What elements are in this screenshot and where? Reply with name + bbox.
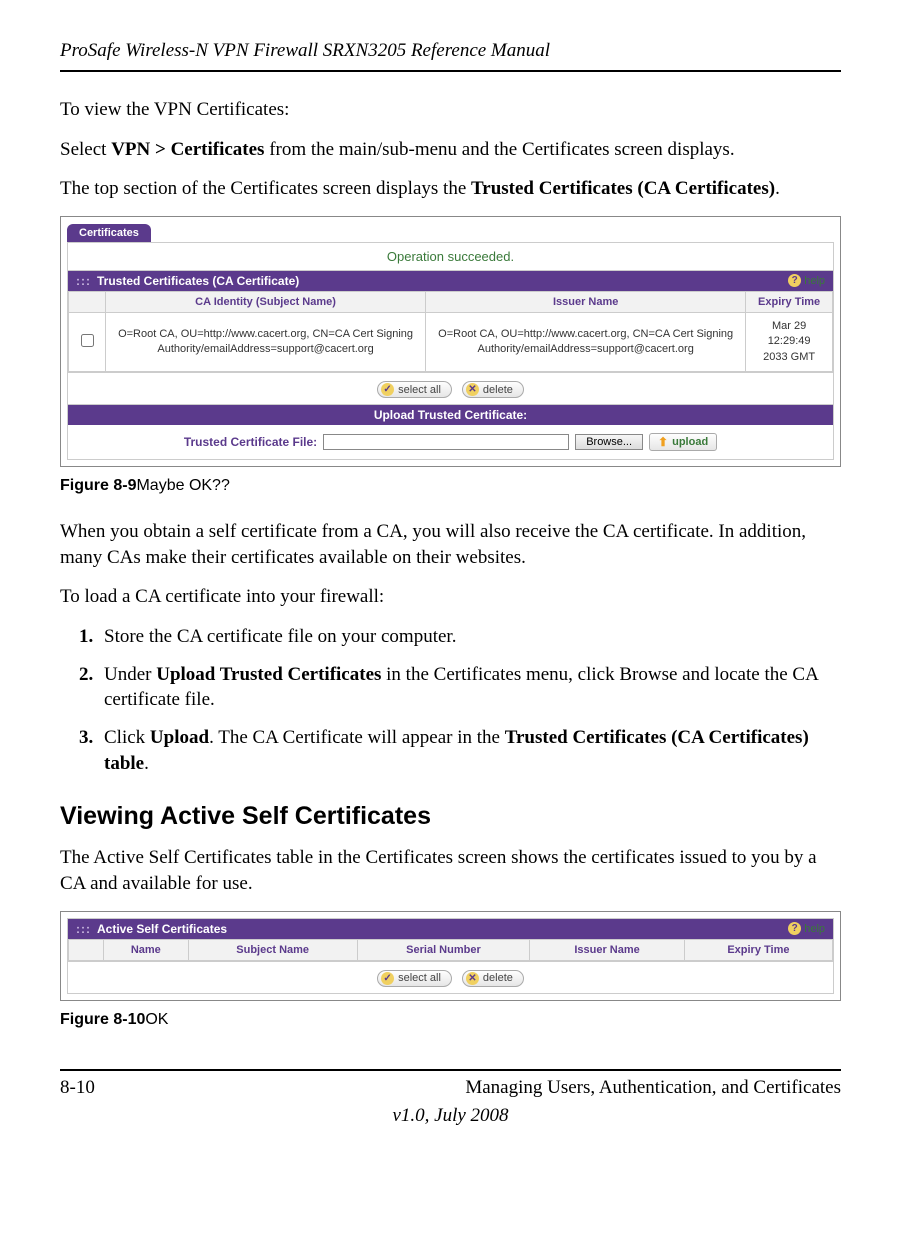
figure-8-9-number: Figure 8-9 bbox=[60, 477, 136, 494]
help-link[interactable]: ? help bbox=[788, 922, 825, 935]
active-self-cert-title: Active Self Certificates bbox=[97, 922, 227, 936]
col-issuer: Issuer Name bbox=[426, 291, 746, 312]
delete-icon: ✕ bbox=[466, 972, 479, 985]
upload-arrow-icon: ⬆ bbox=[658, 435, 668, 449]
help-label: help bbox=[804, 275, 825, 287]
trusted-cert-title: Trusted Certificates (CA Certificate) bbox=[97, 274, 299, 288]
intro-p2-c: from the main/sub-menu and the Certifica… bbox=[264, 139, 734, 160]
col-serial: Serial Number bbox=[357, 939, 530, 960]
header-rule bbox=[60, 70, 841, 72]
browse-button[interactable]: Browse... bbox=[575, 434, 643, 450]
after-h2-p: The Active Self Certificates table in th… bbox=[60, 845, 841, 896]
certificates-tab[interactable]: Certificates bbox=[67, 224, 151, 242]
chapter-title: Managing Users, Authentication, and Cert… bbox=[465, 1077, 841, 1099]
li3-e: . bbox=[144, 753, 149, 774]
delete-label: delete bbox=[483, 972, 513, 984]
select-all-button[interactable]: ✓ select all bbox=[377, 381, 452, 398]
check-icon: ✓ bbox=[381, 383, 394, 396]
list-item: Under Upload Trusted Certificates in the… bbox=[98, 662, 841, 713]
section-heading: Viewing Active Self Certificates bbox=[60, 802, 841, 831]
mid-p2: To load a CA certificate into your firew… bbox=[60, 584, 841, 610]
li2-a: Under bbox=[104, 664, 156, 685]
upload-section-header: Upload Trusted Certificate: bbox=[68, 404, 833, 425]
cell-expiry: Mar 29 12:29:49 2033 GMT bbox=[746, 312, 833, 371]
figure-8-10-note: OK bbox=[145, 1011, 168, 1028]
delete-button[interactable]: ✕ delete bbox=[462, 970, 524, 987]
help-icon: ? bbox=[788, 274, 801, 287]
drag-handle-icon: ::: bbox=[76, 922, 91, 936]
list-item: Click Upload. The CA Certificate will ap… bbox=[98, 725, 841, 776]
select-all-label: select all bbox=[398, 972, 441, 984]
active-self-cert-header: :::Active Self Certificates ? help bbox=[68, 919, 833, 939]
col-expiry: Expiry Time bbox=[746, 291, 833, 312]
operation-status: Operation succeeded. bbox=[68, 243, 833, 271]
delete-label: delete bbox=[483, 384, 513, 396]
intro-p1: To view the VPN Certificates: bbox=[60, 97, 841, 123]
row-checkbox[interactable] bbox=[81, 334, 94, 347]
active-self-cert-table: Name Subject Name Serial Number Issuer N… bbox=[68, 939, 833, 961]
figure-8-10-caption: Figure 8-10OK bbox=[60, 1011, 841, 1029]
footer-row: 8-10 Managing Users, Authentication, and… bbox=[60, 1077, 841, 1099]
table-row: O=Root CA, OU=http://www.cacert.org, CN=… bbox=[69, 312, 833, 371]
check-icon: ✓ bbox=[381, 972, 394, 985]
select-all-button[interactable]: ✓ select all bbox=[377, 970, 452, 987]
upload-field-label: Trusted Certificate File: bbox=[184, 435, 317, 449]
help-link[interactable]: ? help bbox=[788, 274, 825, 287]
upload-row: Trusted Certificate File: Browse... ⬆ up… bbox=[68, 425, 833, 459]
list-item: Store the CA certificate file on your co… bbox=[98, 624, 841, 650]
li3-a: Click bbox=[104, 727, 150, 748]
figure-8-9-note: Maybe OK?? bbox=[136, 477, 229, 494]
figure-8-9: Certificates Operation succeeded. :::Tru… bbox=[60, 216, 841, 467]
li2-b: Upload Trusted Certificates bbox=[156, 664, 381, 685]
figure-8-10-number: Figure 8-10 bbox=[60, 1011, 145, 1028]
delete-icon: ✕ bbox=[466, 383, 479, 396]
col-issuer: Issuer Name bbox=[530, 939, 685, 960]
ca-load-steps: Store the CA certificate file on your co… bbox=[60, 624, 841, 776]
col-subject: Subject Name bbox=[188, 939, 357, 960]
intro-p3-a: The top section of the Certificates scre… bbox=[60, 178, 471, 199]
page-number: 8-10 bbox=[60, 1077, 95, 1099]
help-label: help bbox=[804, 923, 825, 935]
li3-c: . The CA Certificate will appear in the bbox=[209, 727, 505, 748]
intro-p3-c: . bbox=[775, 178, 780, 199]
doc-version: v1.0, July 2008 bbox=[60, 1105, 841, 1127]
intro-p3-b: Trusted Certificates (CA Certificates) bbox=[471, 178, 775, 199]
cell-issuer: O=Root CA, OU=http://www.cacert.org, CN=… bbox=[426, 312, 746, 371]
figure-8-9-caption: Figure 8-9Maybe OK?? bbox=[60, 477, 841, 495]
help-icon: ? bbox=[788, 922, 801, 935]
col-name: Name bbox=[104, 939, 189, 960]
trusted-cert-header: :::Trusted Certificates (CA Certificate)… bbox=[68, 271, 833, 291]
figure-8-10: :::Active Self Certificates ? help Name … bbox=[60, 911, 841, 1001]
intro-p2-b: VPN > Certificates bbox=[111, 139, 264, 160]
upload-button-label: upload bbox=[672, 436, 708, 448]
select-all-label: select all bbox=[398, 384, 441, 396]
table-button-row: ✓ select all ✕ delete bbox=[68, 961, 833, 993]
trusted-cert-table: CA Identity (Subject Name) Issuer Name E… bbox=[68, 291, 833, 372]
col-checkbox bbox=[69, 291, 106, 312]
intro-p2-a: Select bbox=[60, 139, 111, 160]
upload-file-input[interactable] bbox=[323, 434, 569, 450]
delete-button[interactable]: ✕ delete bbox=[462, 381, 524, 398]
col-checkbox bbox=[69, 939, 104, 960]
cell-identity: O=Root CA, OU=http://www.cacert.org, CN=… bbox=[106, 312, 426, 371]
drag-handle-icon: ::: bbox=[76, 274, 91, 288]
mid-p1: When you obtain a self certificate from … bbox=[60, 519, 841, 570]
upload-button[interactable]: ⬆ upload bbox=[649, 433, 717, 451]
table-button-row: ✓ select all ✕ delete bbox=[68, 372, 833, 404]
li3-b: Upload bbox=[150, 727, 209, 748]
col-expiry: Expiry Time bbox=[684, 939, 832, 960]
intro-p2: Select VPN > Certificates from the main/… bbox=[60, 137, 841, 163]
doc-header-title: ProSafe Wireless-N VPN Firewall SRXN3205… bbox=[60, 40, 841, 62]
col-identity: CA Identity (Subject Name) bbox=[106, 291, 426, 312]
intro-p3: The top section of the Certificates scre… bbox=[60, 176, 841, 202]
footer-rule bbox=[60, 1069, 841, 1071]
